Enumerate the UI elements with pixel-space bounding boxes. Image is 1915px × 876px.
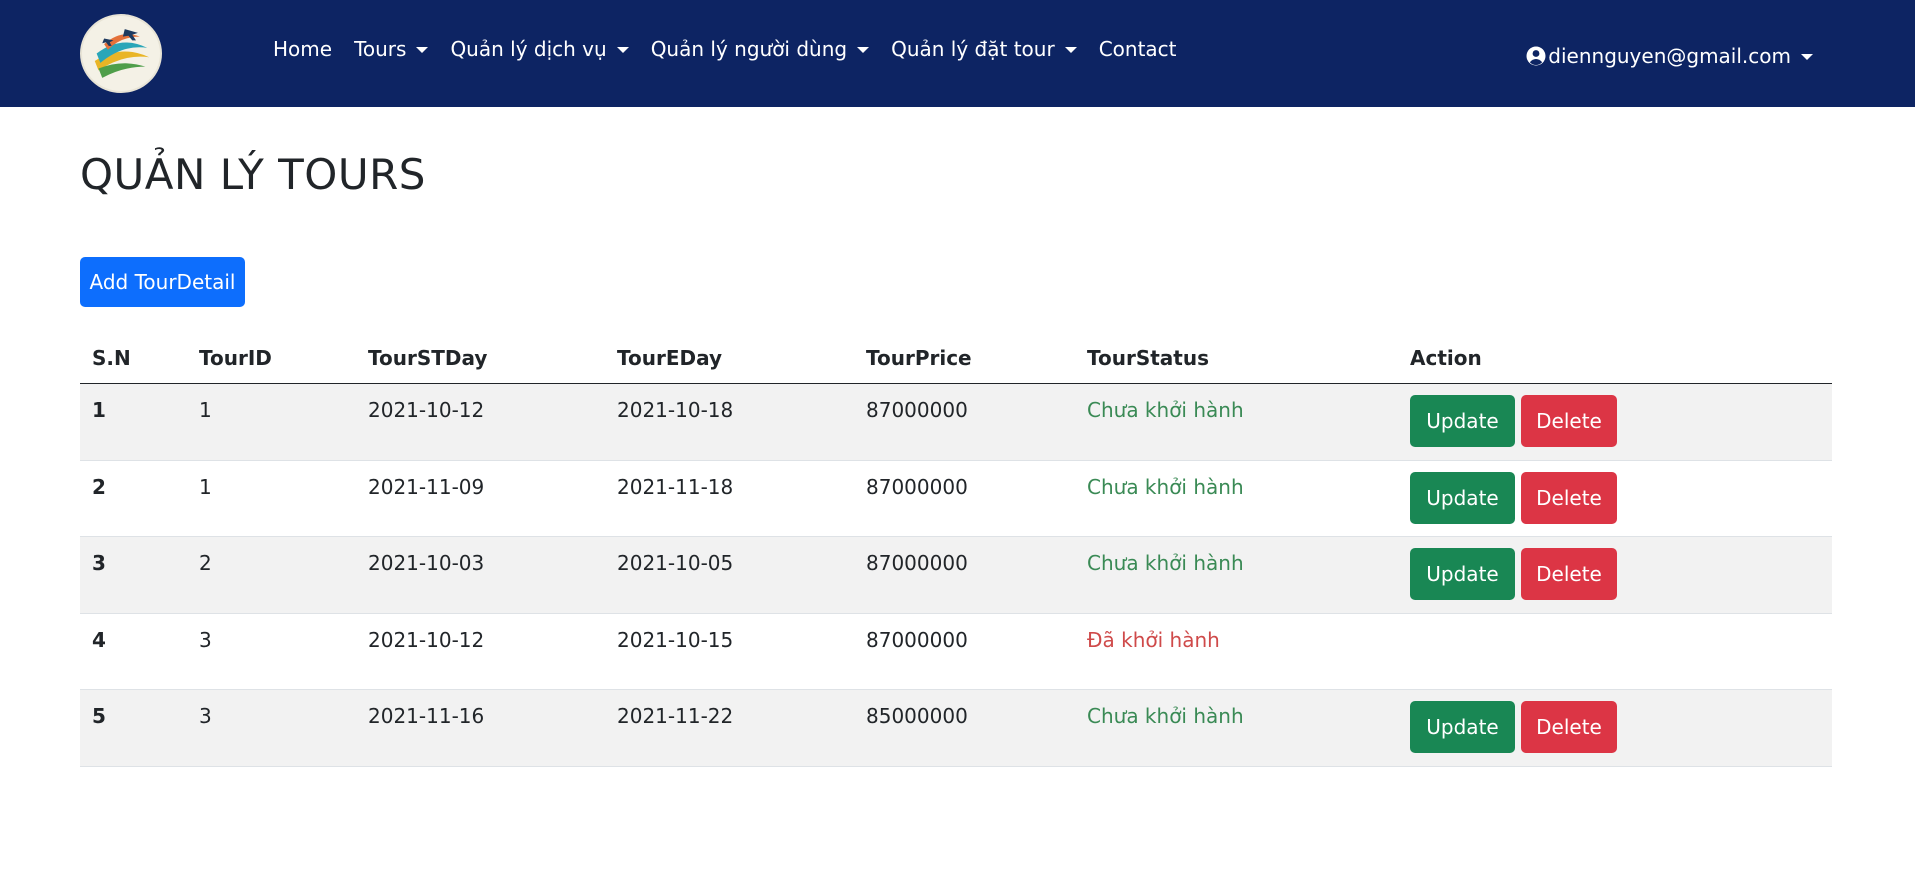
cell-tourstatus: Chưa khởi hành — [1087, 474, 1244, 499]
header-sn: S.N — [92, 346, 131, 370]
cell-tourprice: 87000000 — [866, 627, 968, 652]
nav-item-label: Contact — [1098, 37, 1177, 61]
cell-toureday: 2021-11-18 — [617, 474, 734, 499]
cell-toureday: 2021-10-18 — [617, 398, 734, 422]
header-tourprice: TourPrice — [866, 346, 972, 370]
header-tourstday: TourSTDay — [368, 346, 488, 370]
update-button[interactable]: Update — [1410, 548, 1515, 600]
cell-tourstatus: Chưa khởi hành — [1087, 551, 1244, 575]
chevron-down-icon — [857, 47, 870, 53]
header-tourstatus: TourStatus — [1087, 346, 1209, 370]
delete-button[interactable]: Delete — [1521, 395, 1617, 447]
table-row: 1 1 2021-10-12 2021-10-18 87000000 Chưa khởi … — [80, 384, 1832, 461]
cell-tourstday: 2021-10-12 — [368, 627, 485, 652]
nav-item-label: Home — [273, 37, 333, 61]
delete-button[interactable]: Delete — [1521, 548, 1617, 600]
cell-tourstatus: Chưa khởi hành — [1087, 398, 1244, 422]
chevron-down-icon — [416, 47, 429, 53]
user-circle-icon — [1526, 46, 1546, 66]
add-tourdetail-button[interactable]: Add TourDetail — [80, 257, 245, 307]
nav-item-label: Tours — [354, 37, 407, 61]
table-header: S.N TourID TourSTDay TourEDay TourPrice … — [80, 338, 1832, 384]
header-tourid: TourID — [199, 346, 272, 370]
update-button[interactable]: Update — [1410, 471, 1515, 524]
cell-tourid: 1 — [199, 474, 212, 499]
cell-sn: 2 — [92, 474, 106, 499]
nav-item-tours[interactable]: Tours — [354, 36, 429, 62]
chevron-down-icon — [1801, 54, 1813, 60]
cell-tourstday: 2021-10-12 — [368, 398, 485, 422]
top-navbar: Home Tours Quản lý dịch vụ Quản lý người dù… — [0, 0, 1915, 107]
table-row: 5 3 2021-11-16 2021-11-22 85000000 Chưa khởi … — [80, 690, 1832, 767]
nav-item-quản-lý-dịch-vụ[interactable]: Quản lý dịch vụ — [450, 36, 629, 62]
airplane-globe-logo[interactable] — [80, 14, 162, 93]
cell-sn: 3 — [92, 551, 106, 575]
cell-sn: 5 — [92, 704, 106, 728]
cell-tourprice: 85000000 — [866, 704, 968, 728]
table-row: 4 3 2021-10-12 2021-10-15 87000000 Đã khởi hà… — [80, 614, 1832, 690]
cell-tourid: 3 — [199, 627, 212, 652]
nav-item-label: Quản lý đặt tour — [891, 37, 1055, 61]
cell-sn: 4 — [92, 627, 106, 652]
cell-toureday: 2021-10-05 — [617, 551, 734, 575]
nav-item-quản-lý-người-dùng[interactable]: Quản lý người dùng — [650, 36, 870, 62]
header-action: Action — [1410, 346, 1482, 370]
update-button[interactable]: Update — [1410, 395, 1515, 447]
cell-tourid: 1 — [199, 398, 212, 422]
cell-tourstatus: Đã khởi hành — [1087, 627, 1220, 652]
cell-tourprice: 87000000 — [866, 398, 968, 422]
nav-item-label: Quản lý người dùng — [650, 37, 848, 61]
page-title: QUẢN LÝ TOURS — [80, 150, 426, 199]
delete-button[interactable]: Delete — [1521, 471, 1617, 524]
cell-tourprice: 87000000 — [866, 551, 968, 575]
nav-item-label: Quản lý dịch vụ — [450, 37, 607, 61]
cell-tourstday: 2021-11-16 — [368, 704, 485, 728]
user-menu-dropdown[interactable]: diennguyen@gmail.com — [1526, 43, 1813, 69]
cell-tourstday: 2021-10-03 — [368, 551, 485, 575]
chevron-down-icon — [616, 47, 629, 53]
cell-toureday: 2021-11-22 — [617, 704, 734, 728]
cell-tourstatus: Chưa khởi hành — [1087, 704, 1244, 728]
cell-tourstday: 2021-11-09 — [368, 474, 485, 499]
cell-tourprice: 87000000 — [866, 474, 968, 499]
nav-item-home[interactable]: Home — [273, 36, 332, 62]
cell-tourid: 2 — [199, 551, 212, 575]
table-row: 3 2 2021-10-03 2021-10-05 87000000 Chưa khởi … — [80, 537, 1832, 614]
cell-sn: 1 — [92, 398, 106, 422]
table-body: 1 1 2021-10-12 2021-10-18 87000000 Chưa khởi … — [80, 384, 1832, 767]
chevron-down-icon — [1064, 47, 1077, 53]
table-row: 2 1 2021-11-09 2021-11-18 87000000 Chưa khởi … — [80, 461, 1832, 537]
header-toureday: TourEDay — [617, 346, 723, 370]
delete-button[interactable]: Delete — [1521, 701, 1617, 753]
tours-table: S.N TourID TourSTDay TourEDay TourPrice … — [80, 338, 1832, 767]
cell-tourid: 3 — [199, 704, 212, 728]
user-email: diennguyen@gmail.com — [1548, 44, 1791, 68]
update-button[interactable]: Update — [1410, 701, 1515, 753]
nav-item-contact[interactable]: Contact — [1099, 36, 1177, 62]
nav-item-quản-lý-đặt-tour[interactable]: Quản lý đặt tour — [891, 36, 1077, 62]
cell-toureday: 2021-10-15 — [617, 627, 734, 652]
main-nav: Home Tours Quản lý dịch vụ Quản lý người dù… — [273, 36, 1199, 62]
